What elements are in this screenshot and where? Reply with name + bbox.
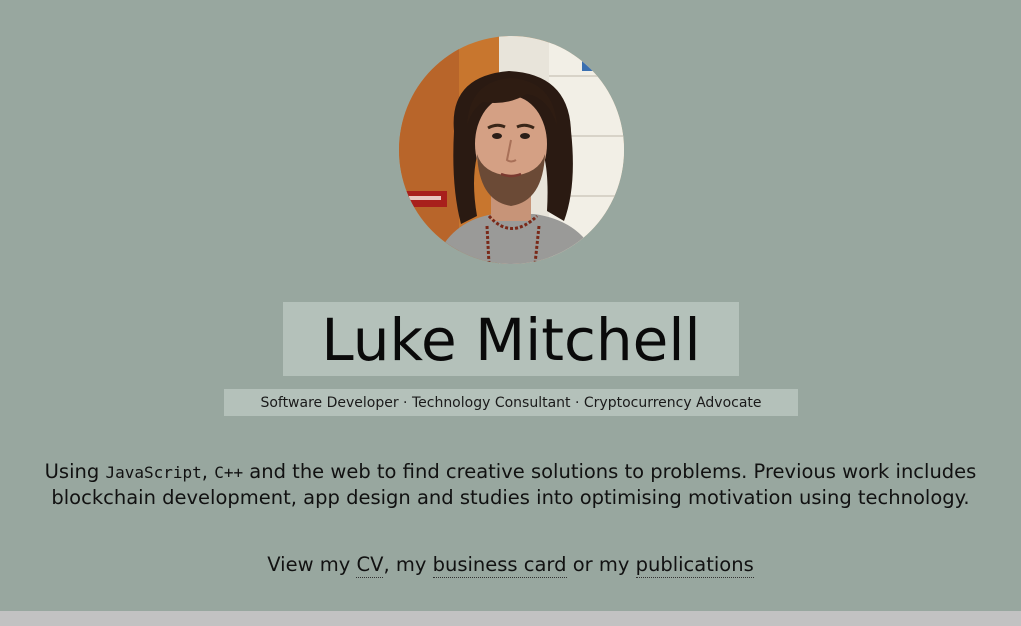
bio-lead: Using [44,460,106,483]
cv-link[interactable]: CV [356,553,384,578]
links-separator-2: or my [566,553,636,576]
footer-strip [0,611,1021,626]
avatar-photo [399,36,624,264]
tagline-box: Software Developer · Technology Consulta… [224,389,798,416]
links-line: View my CV, my business card or my publi… [40,553,981,578]
bio-paragraph: Using JavaScript, C++ and the web to fin… [40,460,981,510]
name-heading-box: Luke Mitchell [283,302,739,376]
bio-language-cpp: C++ [214,463,244,482]
links-prefix: View my [267,553,357,576]
bio-language-javascript: JavaScript [105,463,202,482]
bio-separator: , [201,460,215,483]
page-title: Luke Mitchell [321,306,701,374]
links-separator-1: , my [383,553,433,576]
page-background: Luke Mitchell Software Developer · Techn… [0,0,1021,611]
avatar [399,36,624,264]
business-card-link[interactable]: business card [432,553,567,578]
tagline: Software Developer · Technology Consulta… [260,394,762,411]
publications-link[interactable]: publications [635,553,754,578]
